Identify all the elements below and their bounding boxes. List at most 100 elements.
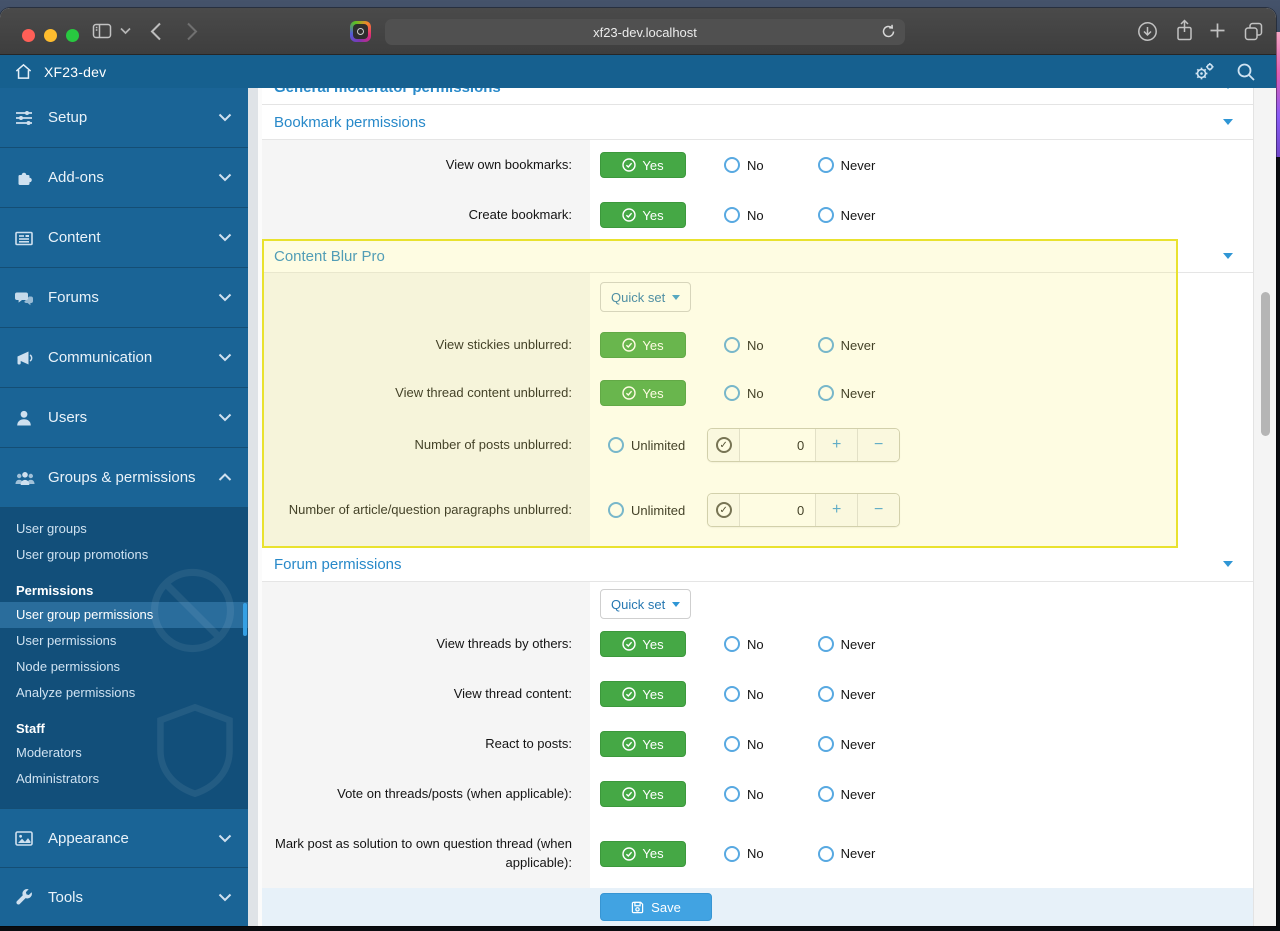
permission-no-radio[interactable] bbox=[724, 845, 740, 862]
share-icon[interactable] bbox=[1175, 19, 1194, 42]
permission-yes-button[interactable]: Yes bbox=[600, 781, 686, 807]
permission-no-radio[interactable] bbox=[724, 385, 740, 401]
section-header-bookmark-permissions[interactable]: Bookmark permissions bbox=[262, 105, 1253, 140]
collapse-caret-icon[interactable] bbox=[1223, 119, 1233, 125]
new-tab-icon[interactable] bbox=[1208, 21, 1227, 40]
permission-yes-button[interactable]: Yes bbox=[600, 840, 686, 867]
quick-set-button[interactable]: Quick set bbox=[600, 589, 692, 619]
home-icon[interactable] bbox=[14, 62, 33, 81]
increment-button[interactable]: + bbox=[815, 494, 858, 526]
permission-yes-button[interactable]: Yes bbox=[600, 631, 686, 657]
sidebar-item-tools[interactable]: Tools bbox=[0, 868, 248, 926]
sidebar-scrollbar-thumb[interactable] bbox=[243, 603, 247, 636]
dropdown-caret-icon bbox=[672, 294, 681, 300]
users-group-icon bbox=[14, 468, 38, 488]
sidebar-item-content[interactable]: Content bbox=[0, 208, 248, 268]
permission-no-radio[interactable] bbox=[724, 337, 740, 353]
admin-site-title[interactable]: XF23-dev bbox=[44, 64, 106, 80]
back-icon[interactable] bbox=[150, 22, 162, 41]
permission-row: View stickies unblurred: Yes No Never bbox=[262, 321, 1253, 369]
permission-never-radio[interactable] bbox=[817, 337, 834, 353]
permission-yes-button[interactable]: Yes bbox=[600, 380, 686, 406]
sidebar-item-label: Content bbox=[48, 229, 101, 246]
permission-yes-button[interactable]: Yes bbox=[600, 681, 686, 707]
number-input[interactable] bbox=[739, 429, 816, 461]
sidebar-toggle-icon[interactable] bbox=[92, 21, 112, 41]
permission-label: View stickies unblurred: bbox=[262, 321, 590, 369]
downloads-icon[interactable] bbox=[1137, 21, 1158, 42]
section-header-forum-permissions[interactable]: Forum permissions bbox=[262, 547, 1253, 582]
reload-icon[interactable] bbox=[881, 24, 896, 39]
value-radio-checked[interactable]: ✓ bbox=[715, 502, 732, 518]
permission-yes-button[interactable]: Yes bbox=[600, 152, 686, 178]
section-body-forum-permissions: Quick set View threads by others: Yes No… bbox=[262, 582, 1253, 888]
quick-set-row: Quick set bbox=[262, 273, 1253, 321]
sidebar-item-setup[interactable]: Setup bbox=[0, 88, 248, 148]
permission-no-radio[interactable] bbox=[724, 736, 740, 752]
permission-yes-button[interactable]: Yes bbox=[600, 202, 686, 228]
permission-row: View thread content: Yes No Never bbox=[262, 669, 1253, 719]
permission-never-radio[interactable] bbox=[817, 157, 834, 173]
tab-overview-icon[interactable] bbox=[1243, 21, 1264, 42]
permission-no-radio[interactable] bbox=[724, 157, 740, 173]
minimize-window-button[interactable] bbox=[44, 29, 57, 42]
increment-button[interactable]: + bbox=[815, 429, 858, 461]
permission-never-radio[interactable] bbox=[817, 736, 834, 752]
radio-label: Never bbox=[840, 337, 876, 353]
page-scrollbar-thumb[interactable] bbox=[1261, 292, 1270, 436]
permission-never-radio[interactable] bbox=[817, 636, 834, 652]
gears-icon[interactable] bbox=[1192, 61, 1216, 83]
permission-label: View thread content: bbox=[262, 669, 590, 719]
quick-set-button[interactable]: Quick set bbox=[600, 282, 692, 312]
decrement-button[interactable]: − bbox=[857, 429, 900, 461]
quick-set-row: Quick set bbox=[262, 582, 1253, 619]
permission-never-radio[interactable] bbox=[817, 207, 834, 223]
chevron-down-icon bbox=[218, 293, 232, 302]
sidebar-item-communication[interactable]: Communication bbox=[0, 328, 248, 388]
unlimited-radio[interactable] bbox=[608, 437, 624, 453]
sidebar-item-user-groups[interactable]: User groups bbox=[0, 516, 248, 542]
sidebar-item-addons[interactable]: Add-ons bbox=[0, 148, 248, 208]
permission-no-radio[interactable] bbox=[724, 636, 740, 652]
sidebar-item-appearance[interactable]: Appearance bbox=[0, 808, 248, 868]
radio-label: No bbox=[747, 636, 764, 652]
section-header-content-blur-pro[interactable]: Content Blur Pro bbox=[262, 240, 1253, 273]
close-window-button[interactable] bbox=[22, 29, 35, 42]
permission-never-radio[interactable] bbox=[817, 845, 834, 862]
search-icon[interactable] bbox=[1236, 62, 1256, 82]
chevron-down-icon bbox=[218, 173, 232, 182]
form-footer: Save bbox=[262, 888, 1253, 926]
chevron-down-icon bbox=[218, 353, 232, 362]
chevron-down-icon[interactable] bbox=[120, 27, 131, 35]
permission-never-radio[interactable] bbox=[817, 385, 834, 401]
permission-row-numeric: Number of posts unblurred: Unlimited ✓ +… bbox=[262, 417, 1253, 473]
permission-yes-button[interactable]: Yes bbox=[600, 731, 686, 757]
page-scrollbar-track[interactable] bbox=[1253, 88, 1276, 926]
zoom-window-button[interactable] bbox=[66, 29, 79, 42]
permission-never-radio[interactable] bbox=[817, 786, 834, 802]
section-general-moderator-permissions: General moderator permissions bbox=[262, 79, 1253, 105]
unlimited-radio[interactable] bbox=[608, 502, 624, 518]
decrement-button[interactable]: − bbox=[857, 494, 900, 526]
collapse-caret-icon[interactable] bbox=[1223, 561, 1233, 567]
sidebar-item-users[interactable]: Users bbox=[0, 388, 248, 448]
number-spinner: ✓ + − bbox=[707, 493, 901, 527]
extension-icon[interactable] bbox=[350, 21, 371, 42]
collapse-caret-icon[interactable] bbox=[1223, 253, 1233, 259]
sidebar-item-groups-permissions[interactable]: Groups & permissions bbox=[0, 448, 248, 508]
address-bar[interactable]: xf23-dev.localhost bbox=[385, 19, 905, 45]
shield-watermark-icon bbox=[150, 703, 240, 798]
sidebar-scrollbar-track[interactable] bbox=[248, 88, 258, 926]
save-button[interactable]: Save bbox=[600, 893, 712, 921]
permission-no-radio[interactable] bbox=[724, 207, 740, 223]
forward-icon[interactable] bbox=[186, 22, 198, 41]
number-input[interactable] bbox=[739, 494, 816, 526]
radio-label: Never bbox=[840, 157, 876, 173]
permission-yes-button[interactable]: Yes bbox=[600, 332, 686, 358]
permission-never-radio[interactable] bbox=[817, 686, 834, 702]
value-radio-checked[interactable]: ✓ bbox=[715, 437, 732, 453]
permission-no-radio[interactable] bbox=[724, 786, 740, 802]
permission-row: Create bookmark: Yes No Never bbox=[262, 190, 1253, 240]
permission-no-radio[interactable] bbox=[724, 686, 740, 702]
sidebar-item-forums[interactable]: Forums bbox=[0, 268, 248, 328]
